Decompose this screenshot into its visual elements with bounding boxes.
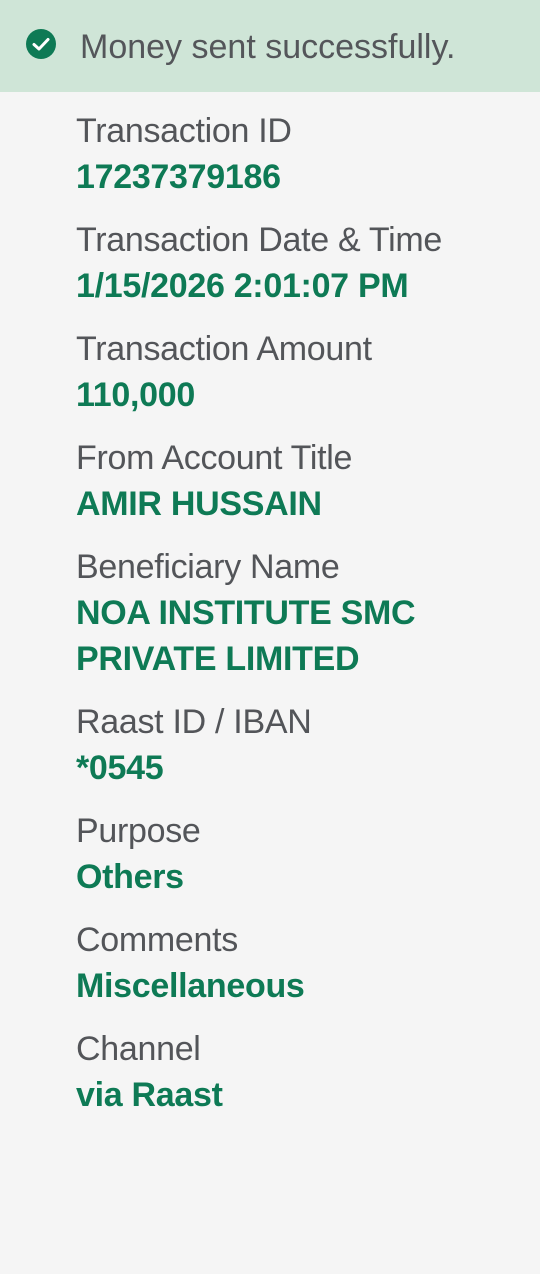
success-message: Money sent successfully. — [80, 28, 456, 66]
from-account-title-label: From Account Title — [76, 439, 353, 477]
transaction-amount-label: Transaction Amount — [76, 330, 372, 368]
beneficiary-name-field: Beneficiary Name NOA INSTITUTE SMC PRIVA… — [76, 544, 516, 682]
beneficiary-name-label: Beneficiary Name — [76, 548, 340, 586]
comments-field: Comments Miscellaneous — [76, 917, 516, 1009]
channel-field: Channel via Raast — [76, 1026, 516, 1118]
transaction-amount-value: 110,000 — [76, 376, 195, 414]
raast-id-iban-value: *0545 — [76, 749, 164, 787]
transaction-date-time-label: Transaction Date & Time — [76, 221, 442, 259]
raast-id-iban-field: Raast ID / IBAN *0545 — [76, 699, 516, 791]
transaction-id-label: Transaction ID — [76, 112, 292, 150]
transaction-details: Transaction ID 17237379186 Transaction D… — [76, 108, 516, 1135]
purpose-field: Purpose Others — [76, 808, 516, 900]
transaction-id-value: 17237379186 — [76, 158, 281, 196]
from-account-title-field: From Account Title AMIR HUSSAIN — [76, 435, 516, 527]
raast-id-iban-label: Raast ID / IBAN — [76, 703, 312, 741]
purpose-label: Purpose — [76, 812, 201, 850]
comments-label: Comments — [76, 921, 238, 959]
success-banner: Money sent successfully. — [0, 0, 540, 92]
comments-value: Miscellaneous — [76, 967, 305, 1005]
transaction-id-field: Transaction ID 17237379186 — [76, 108, 516, 200]
beneficiary-name-value: NOA INSTITUTE SMC PRIVATE LIMITED — [76, 594, 416, 678]
channel-label: Channel — [76, 1030, 201, 1068]
transaction-amount-field: Transaction Amount 110,000 — [76, 326, 516, 418]
transaction-date-time-value: 1/15/2026 2:01:07 PM — [76, 267, 409, 305]
from-account-title-value: AMIR HUSSAIN — [76, 485, 322, 523]
purpose-value: Others — [76, 858, 184, 896]
channel-value: via Raast — [76, 1076, 223, 1114]
transaction-date-time-field: Transaction Date & Time 1/15/2026 2:01:0… — [76, 217, 516, 309]
check-circle-icon — [26, 29, 56, 59]
